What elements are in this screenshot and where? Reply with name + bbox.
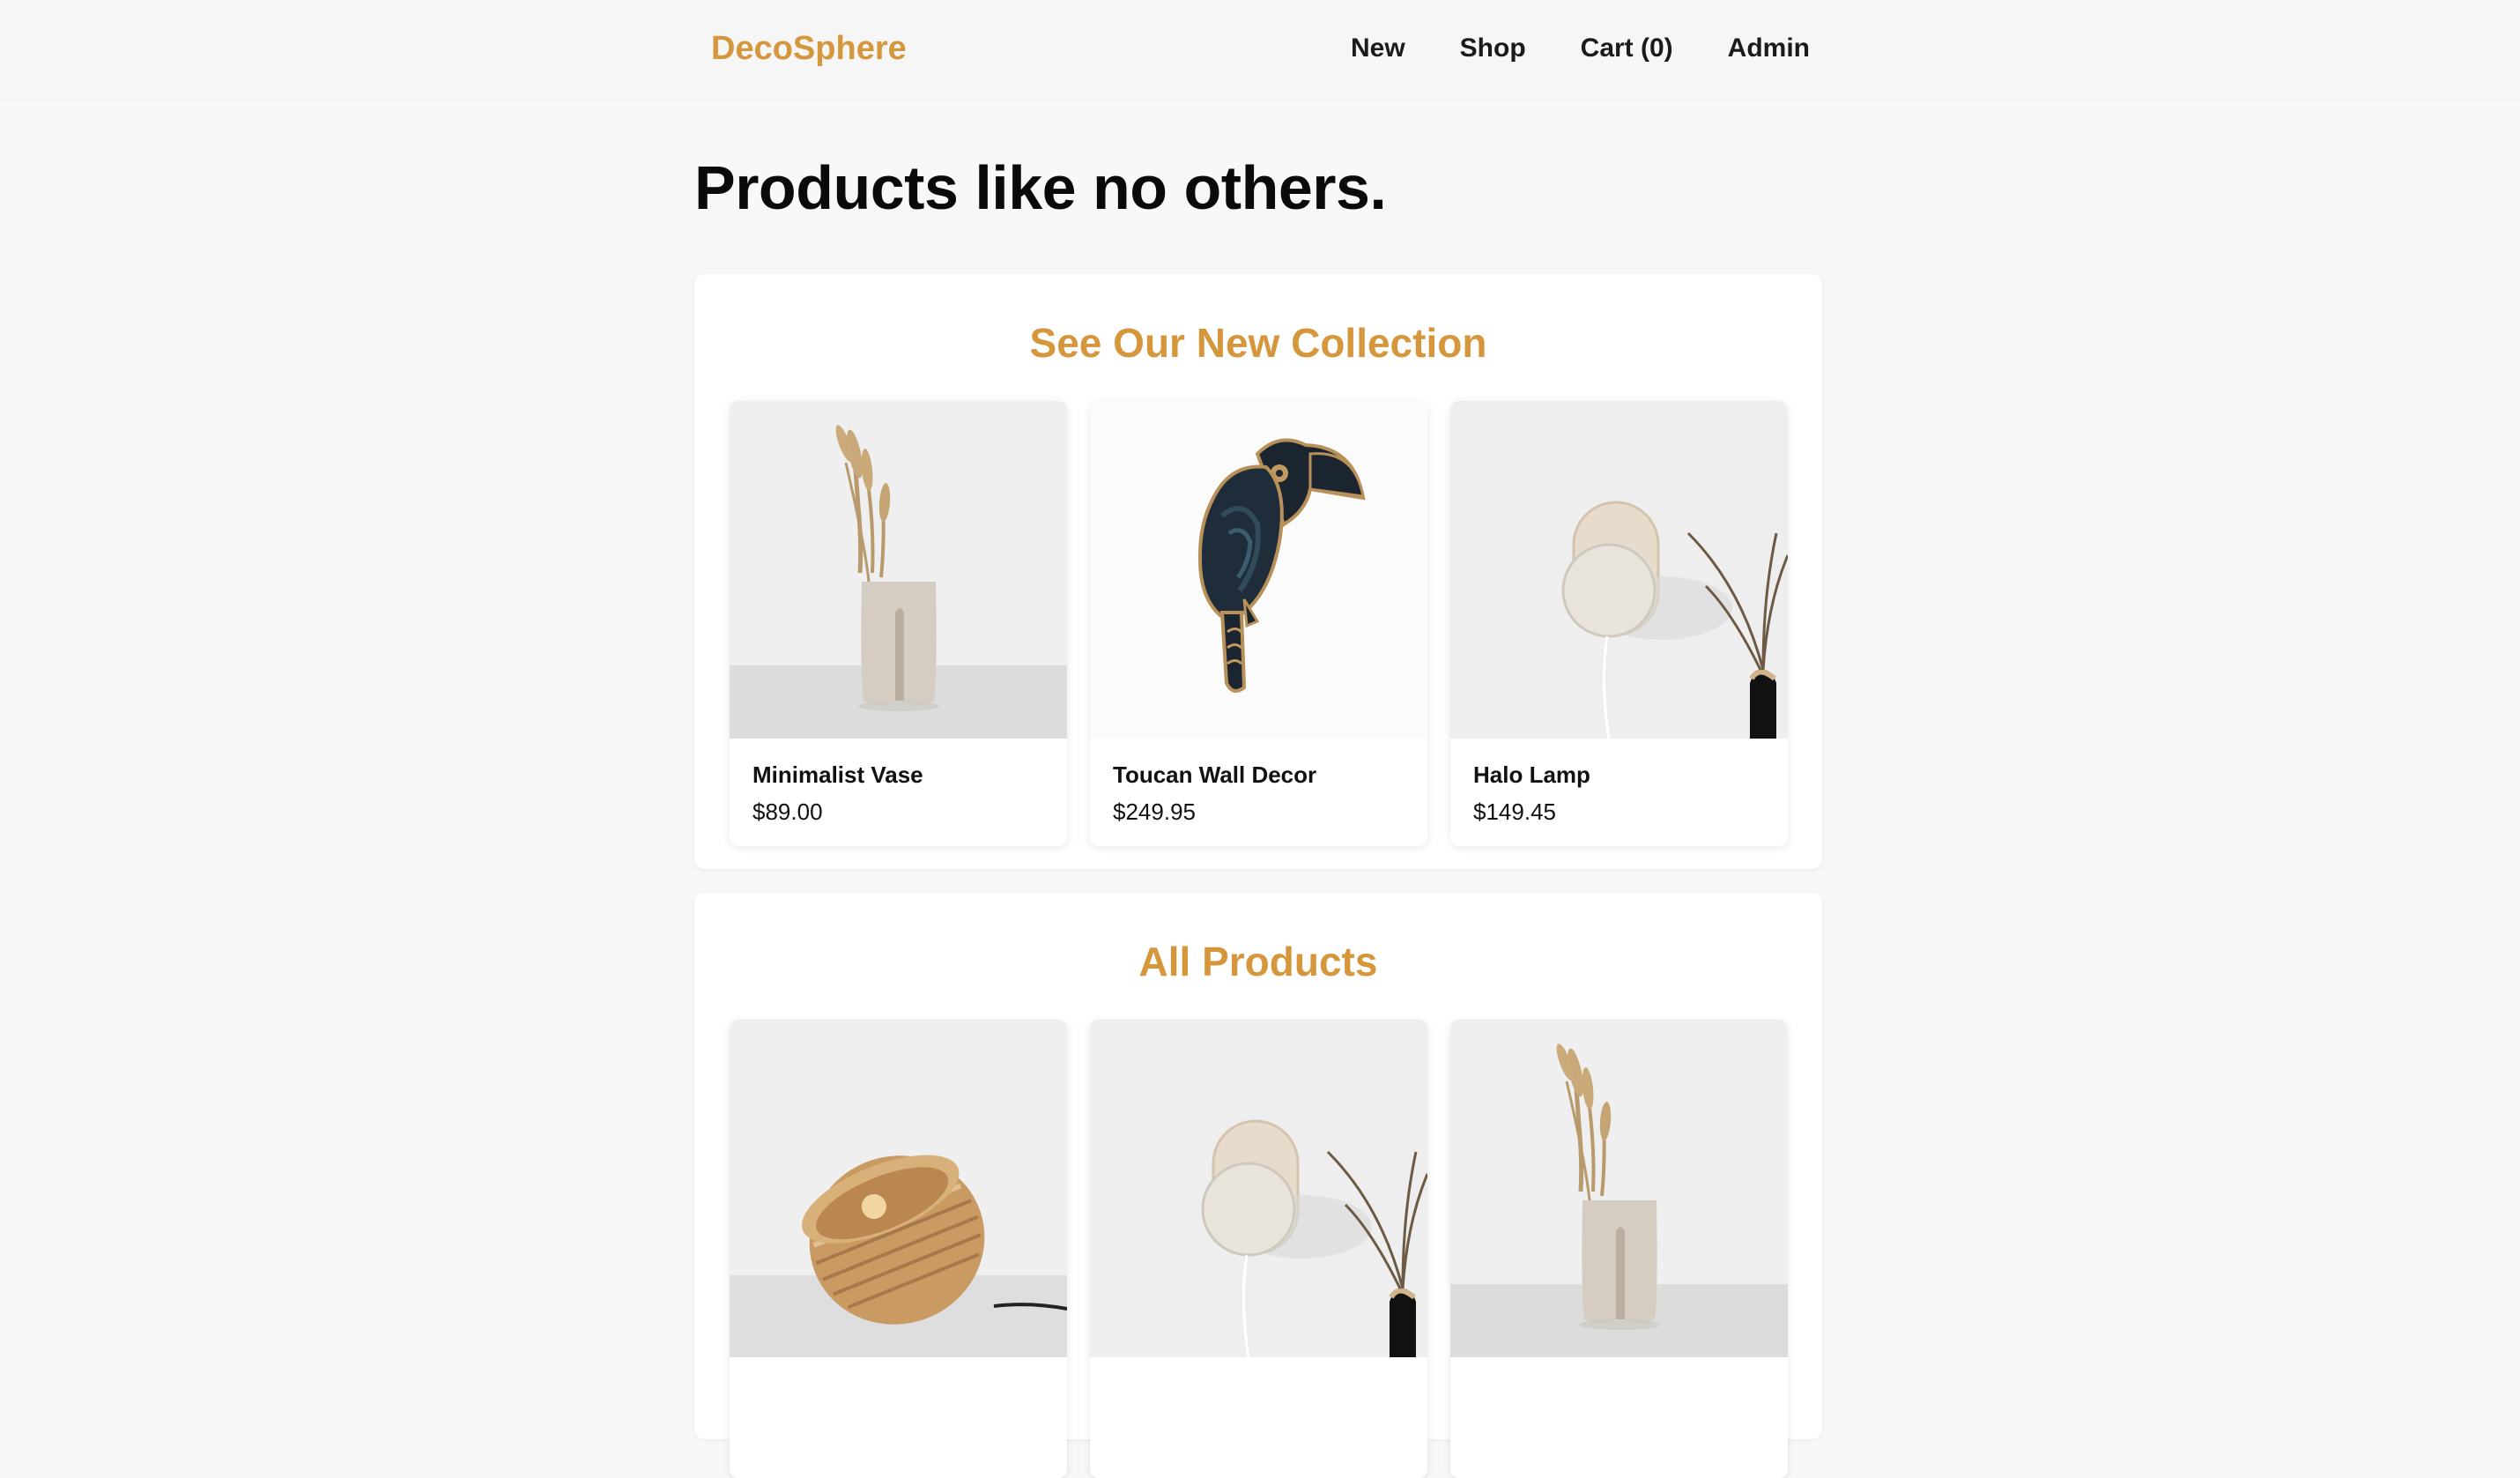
new-collection-section: See Our New Collection Minimalist Vase $… — [694, 274, 1822, 869]
product-name[interactable]: Halo Lamp — [1473, 760, 1765, 790]
product-price: $89.00 — [752, 798, 823, 825]
nav-link-shop[interactable]: Shop — [1460, 26, 1526, 71]
main-nav: New Shop Cart (0) Admin — [1351, 26, 1810, 71]
product-card[interactable] — [1450, 1020, 1788, 1478]
vase-with-dried-grass-image — [730, 401, 1067, 739]
vase-with-dried-grass-image — [1450, 1020, 1788, 1357]
nav-link-admin[interactable]: Admin — [1728, 26, 1810, 71]
all-products-grid — [730, 1020, 1788, 1478]
site-logo[interactable]: DecoSphere — [711, 26, 907, 71]
nav-link-new[interactable]: New — [1351, 26, 1405, 71]
halo-wall-lamp-image — [1090, 1020, 1427, 1357]
product-card[interactable] — [1090, 1020, 1427, 1478]
toucan-wall-art-image — [1090, 401, 1427, 739]
page-headline: Products like no others. — [694, 153, 1387, 222]
product-card[interactable]: Toucan Wall Decor $249.95 — [1090, 401, 1427, 846]
product-price: $149.45 — [1473, 798, 1556, 825]
product-card[interactable] — [730, 1020, 1067, 1478]
sphere-table-lamp-image — [730, 1020, 1067, 1357]
new-collection-title: See Our New Collection — [1029, 320, 1487, 366]
product-card[interactable]: Minimalist Vase $89.00 — [730, 401, 1067, 846]
halo-wall-lamp-image — [1450, 401, 1788, 739]
product-price: $249.95 — [1113, 798, 1196, 825]
all-products-section: All Products — [694, 893, 1822, 1478]
new-collection-grid: Minimalist Vase $89.00 Toucan Wall Decor — [730, 401, 1788, 846]
product-name[interactable]: Minimalist Vase — [752, 760, 1044, 790]
nav-link-cart[interactable]: Cart (0) — [1581, 26, 1673, 71]
top-navigation-bar: DecoSphere New Shop Cart (0) Admin — [0, 0, 2520, 102]
product-name[interactable]: Toucan Wall Decor — [1113, 760, 1405, 790]
all-products-title: All Products — [1138, 939, 1378, 984]
product-card[interactable]: Halo Lamp $149.45 — [1450, 401, 1788, 846]
